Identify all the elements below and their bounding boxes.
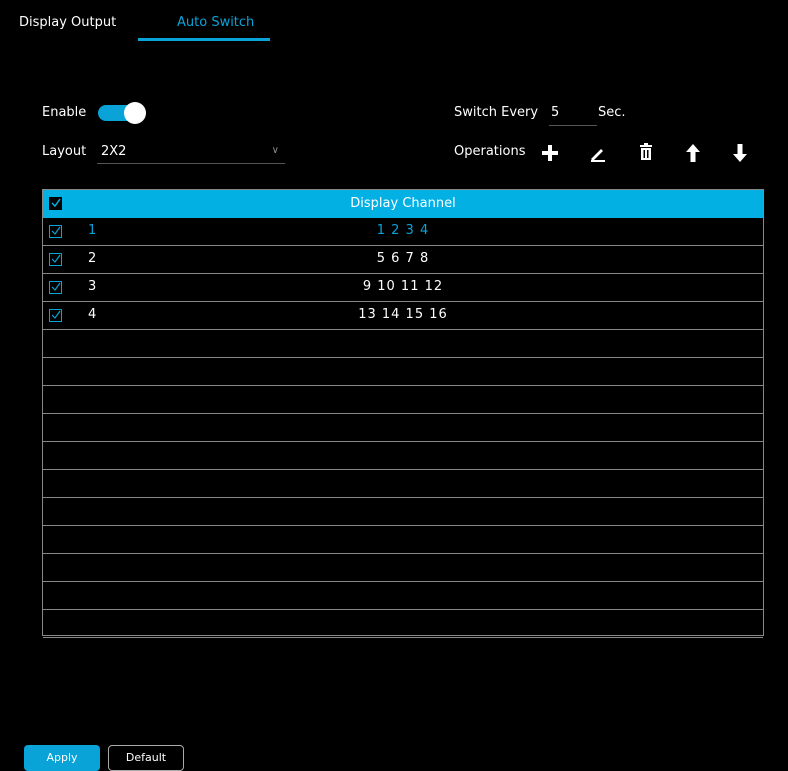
layout-value: 2X2	[101, 144, 127, 159]
table-row[interactable]	[43, 582, 763, 610]
row-channels: 5 6 7 8	[376, 251, 430, 266]
enable-label: Enable	[42, 105, 87, 120]
active-tab-indicator	[138, 38, 270, 41]
table-row[interactable]	[43, 358, 763, 386]
seconds-unit-label: Sec.	[598, 105, 626, 120]
table-row[interactable]: 25 6 7 8	[43, 246, 763, 274]
table-header: Display Channel	[43, 190, 763, 218]
table-row[interactable]	[43, 442, 763, 470]
table-row[interactable]	[43, 470, 763, 498]
apply-button[interactable]: Apply	[24, 745, 100, 771]
display-channel-header: Display Channel	[350, 196, 456, 211]
tab-auto-switch[interactable]: Auto Switch	[177, 15, 254, 30]
add-icon[interactable]	[538, 141, 562, 165]
row-channels: 13 14 15 16	[358, 307, 448, 322]
delete-icon[interactable]	[634, 141, 658, 165]
table-row[interactable]: 4 13 14 15 16	[43, 302, 763, 330]
switch-interval-value: 5	[551, 105, 560, 120]
table-row[interactable]	[43, 330, 763, 358]
switch-interval-input[interactable]: 5	[549, 105, 597, 126]
row-channels: 9 10 11 12	[362, 279, 444, 294]
operations-label: Operations	[454, 144, 526, 159]
row-channels: 1 2 3 4	[376, 223, 430, 238]
table-row[interactable]	[43, 498, 763, 526]
table-row[interactable]	[43, 610, 763, 638]
table-row[interactable]	[43, 414, 763, 442]
table-row[interactable]: 11 2 3 4	[43, 218, 763, 246]
layout-label: Layout	[42, 144, 87, 159]
table-row[interactable]: 39 10 11 12	[43, 274, 763, 302]
tab-display-output[interactable]: Display Output	[19, 15, 116, 30]
layout-select[interactable]: 2X2 ∨	[97, 144, 285, 164]
chevron-down-icon: ∨	[271, 145, 279, 156]
edit-icon[interactable]	[586, 141, 610, 165]
move-down-icon[interactable]	[728, 141, 752, 165]
table-row[interactable]	[43, 386, 763, 414]
table-row[interactable]	[43, 554, 763, 582]
default-button[interactable]: Default	[108, 745, 184, 771]
move-up-icon[interactable]	[681, 141, 705, 165]
tab-bar: Display Output Auto Switch	[8, 8, 780, 42]
table-row[interactable]	[43, 526, 763, 554]
enable-toggle[interactable]	[98, 102, 146, 124]
toggle-knob	[124, 102, 146, 124]
auto-switch-panel: Display Output Auto Switch Enable Layout…	[8, 8, 780, 771]
channel-table: Display Channel 11 2 3 425 6 7 839 10 11…	[42, 189, 764, 638]
switch-every-label: Switch Every	[454, 105, 539, 120]
